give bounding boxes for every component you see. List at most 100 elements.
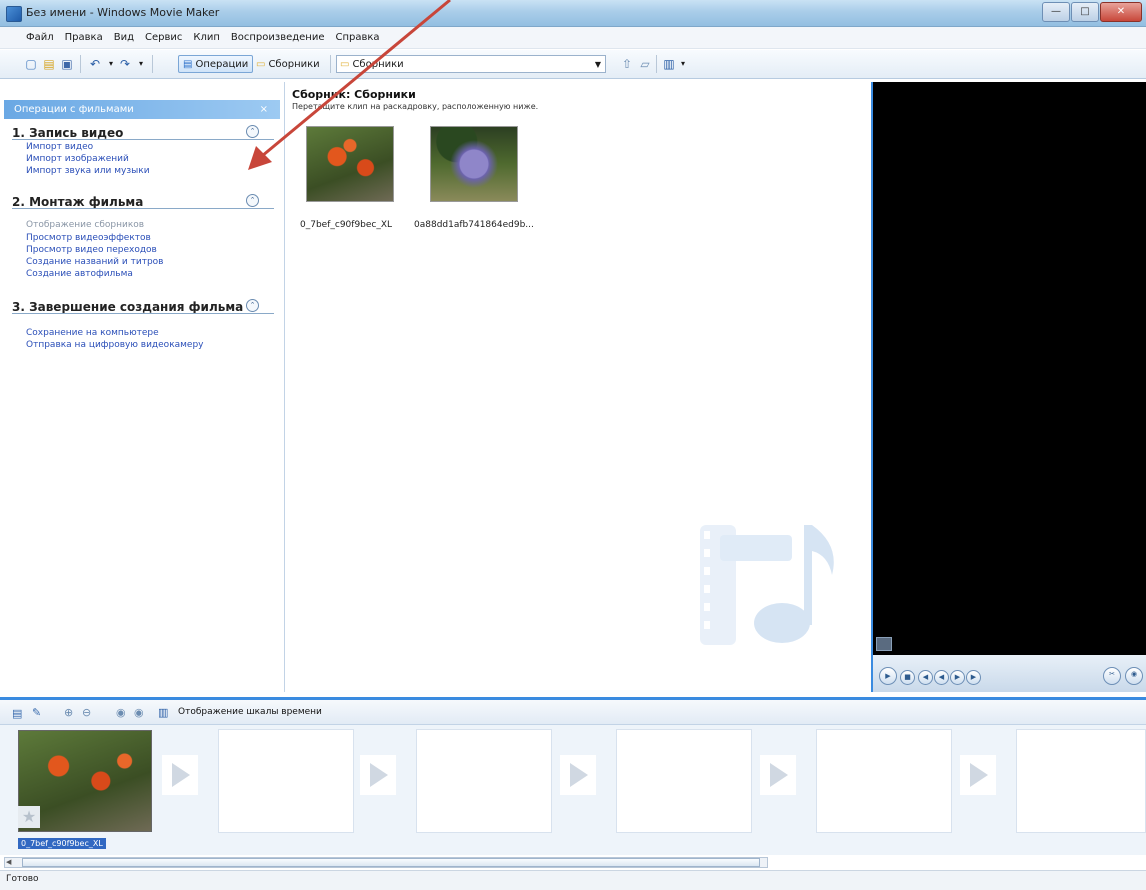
collections-dropdown-value: Сборники xyxy=(352,58,404,70)
video-effect-star-icon[interactable]: ★ xyxy=(18,806,40,828)
link-save-to-computer[interactable]: Сохранение на компьютере xyxy=(26,328,159,339)
next-frame-icon[interactable]: ▶ xyxy=(966,670,981,685)
link-view-effects[interactable]: Просмотр видеоэффектов xyxy=(26,233,151,244)
status-bar xyxy=(0,870,1146,890)
forward-icon[interactable]: ▶ xyxy=(950,670,965,685)
toolbar: ▢ ▤ ▣ ↶ ▾ ↷ ▾ ▤ Операции ▭ Сборники ▭ Сб… xyxy=(0,50,1146,79)
link-view-transitions[interactable]: Просмотр видео переходов xyxy=(26,245,157,256)
play-storyboard-icon[interactable]: ◉ xyxy=(134,706,144,719)
collections-button[interactable]: ▭ Сборники xyxy=(252,55,324,73)
link-import-pictures[interactable]: Импорт изображений xyxy=(26,154,129,165)
split-clip-icon[interactable]: ✂ xyxy=(1103,667,1121,685)
toolbar-separator xyxy=(330,55,331,73)
views-icon[interactable]: ▥ xyxy=(662,57,676,71)
storyboard-clip-label[interactable]: 0_7bef_c90f9bec_XL xyxy=(18,838,106,849)
menu-playback[interactable]: Воспроизведение xyxy=(231,32,325,43)
section-finish-movie-title[interactable]: 3. Завершение создания фильма xyxy=(12,300,243,314)
menu-view[interactable]: Вид xyxy=(114,32,134,43)
undo-icon[interactable]: ↶ xyxy=(88,57,102,71)
storyboard-empty-cell[interactable] xyxy=(1016,729,1146,833)
monitor-split-icon[interactable] xyxy=(876,637,892,651)
operations-button[interactable]: ▤ Операции xyxy=(178,55,254,73)
zoom-in-icon[interactable]: ⊕ xyxy=(64,706,73,719)
collapse-section-icon[interactable]: ⌃ xyxy=(246,194,259,207)
transition-slot[interactable] xyxy=(760,755,796,795)
timeline-toggle-icon[interactable]: ▥ xyxy=(158,706,168,719)
link-make-automovie[interactable]: Создание автофильма xyxy=(26,269,133,280)
up-folder-icon[interactable]: ⇧ xyxy=(620,57,634,71)
link-import-video[interactable]: Импорт видео xyxy=(26,142,93,153)
transition-slot[interactable] xyxy=(960,755,996,795)
storyboard-empty-cell[interactable] xyxy=(218,729,354,833)
take-picture-icon[interactable]: ◉ xyxy=(1125,667,1143,685)
transition-slot[interactable] xyxy=(162,755,198,795)
collections-dropdown[interactable]: ▭ Сборники ▼ xyxy=(336,55,606,73)
window-title: Без имени - Windows Movie Maker xyxy=(26,6,220,19)
storyboard-empty-cell[interactable] xyxy=(816,729,952,833)
section-edit-movie-title[interactable]: 2. Монтаж фильма xyxy=(12,195,143,209)
previous-frame-icon[interactable]: ◀ xyxy=(918,670,933,685)
scrollbar-thumb[interactable] xyxy=(22,858,760,867)
section-divider xyxy=(12,313,274,314)
filmstrip-music-note-watermark-icon xyxy=(700,525,834,645)
rewind-storyboard-icon[interactable]: ◉ xyxy=(116,706,126,719)
menu-file[interactable]: Файл xyxy=(26,32,54,43)
redo-dropdown-icon[interactable]: ▾ xyxy=(134,57,148,71)
storyboard-empty-cell[interactable] xyxy=(416,729,552,833)
show-timeline-button[interactable]: Отображение шкалы времени xyxy=(178,707,322,717)
link-send-to-camera[interactable]: Отправка на цифровую видеокамеру xyxy=(26,340,204,351)
transition-slot[interactable] xyxy=(560,755,596,795)
open-project-icon[interactable]: ▤ xyxy=(42,57,56,71)
link-make-titles[interactable]: Создание названий и титров xyxy=(26,257,163,268)
views-dropdown-icon[interactable]: ▾ xyxy=(676,57,690,71)
preview-monitor[interactable] xyxy=(871,82,1146,692)
operations-icon: ▤ xyxy=(183,58,193,70)
collections-label: Сборники xyxy=(268,58,320,70)
clip-thumbnail[interactable] xyxy=(430,126,518,202)
clip-label[interactable]: 0a88dd1afb741864ed9b... xyxy=(414,220,534,230)
toolbar-separator xyxy=(656,55,657,73)
maximize-button[interactable]: □ xyxy=(1071,2,1099,22)
scroll-left-icon[interactable]: ◀ xyxy=(6,858,11,866)
collapse-section-icon[interactable]: ⌃ xyxy=(246,299,259,312)
stop-icon[interactable]: ■ xyxy=(900,670,915,685)
section-capture-video-title[interactable]: 1. Запись видео xyxy=(12,126,123,140)
menu-edit[interactable]: Правка xyxy=(65,32,103,43)
toolbar-separator xyxy=(152,55,153,73)
menu-help[interactable]: Справка xyxy=(336,32,380,43)
status-text: Готово xyxy=(6,874,39,884)
close-button[interactable]: ✕ xyxy=(1100,2,1142,22)
collapse-section-icon[interactable]: ⌃ xyxy=(246,125,259,138)
save-project-icon[interactable]: ▣ xyxy=(60,57,74,71)
movie-maker-app-icon xyxy=(6,6,22,22)
zoom-out-icon[interactable]: ⊖ xyxy=(82,706,91,719)
clip-thumbnail[interactable] xyxy=(306,126,394,202)
operations-label: Операции xyxy=(195,58,249,70)
chevron-down-icon: ▼ xyxy=(594,59,602,69)
task-pane-title: Операции с фильмами xyxy=(14,104,134,115)
minimize-button[interactable]: — xyxy=(1042,2,1070,22)
rewind-icon[interactable]: ◀ xyxy=(934,670,949,685)
play-icon[interactable]: ▶ xyxy=(879,667,897,685)
task-pane-header: Операции с фильмами × xyxy=(4,100,280,119)
link-import-audio[interactable]: Импорт звука или музыки xyxy=(26,166,150,177)
menu-tools[interactable]: Сервис xyxy=(145,32,182,43)
section-divider xyxy=(12,139,274,140)
clip-label[interactable]: 0_7bef_c90f9bec_XL xyxy=(300,220,392,230)
collections-folder-icon: ▭ xyxy=(256,58,266,70)
transition-slot[interactable] xyxy=(360,755,396,795)
storyboard-toolbar xyxy=(0,697,1146,725)
menu-clip[interactable]: Клип xyxy=(193,32,220,43)
collections-dropdown-icon: ▭ xyxy=(340,58,350,70)
new-project-icon[interactable]: ▢ xyxy=(24,57,38,71)
new-folder-icon[interactable]: ▱ xyxy=(638,57,652,71)
redo-icon[interactable]: ↷ xyxy=(118,57,132,71)
collection-instructions: Перетащите клип на раскадровку, располож… xyxy=(292,102,539,111)
storyboard-view-icon[interactable]: ▤ xyxy=(12,707,22,720)
storyboard-empty-cell[interactable] xyxy=(616,729,752,833)
section-divider xyxy=(12,208,274,209)
undo-dropdown-icon[interactable]: ▾ xyxy=(104,57,118,71)
collection-title: Сборник: Сборники xyxy=(292,88,416,101)
narrate-icon[interactable]: ✎ xyxy=(32,706,41,719)
close-icon[interactable]: × xyxy=(260,100,268,119)
